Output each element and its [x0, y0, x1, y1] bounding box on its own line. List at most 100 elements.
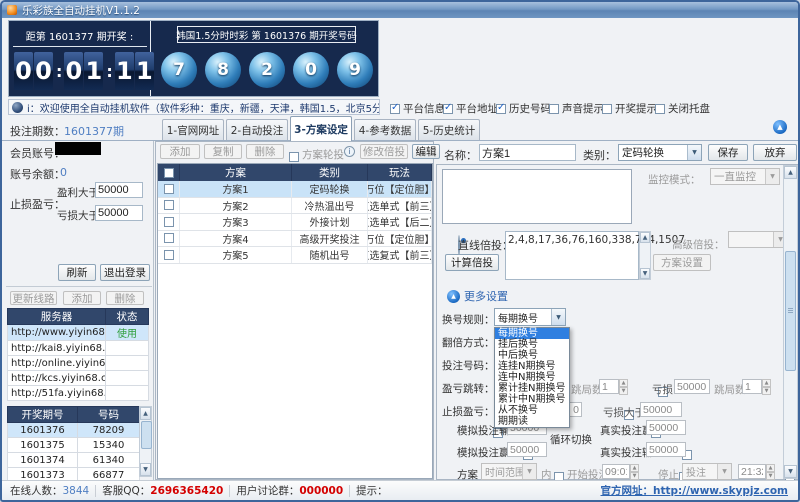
scheme-delete-button[interactable]: 删除	[246, 144, 284, 159]
logout-button[interactable]: 退出登录	[100, 264, 150, 281]
checkbox-icon[interactable]	[602, 104, 612, 114]
select-all-checkbox[interactable]	[164, 168, 174, 178]
row-checkbox[interactable]	[164, 250, 174, 260]
sim-win-input[interactable]	[507, 442, 547, 457]
scroll-down-icon[interactable]: ▼	[140, 463, 151, 476]
scroll-down-icon[interactable]: ▼	[784, 465, 797, 478]
scheme-row[interactable]: 方案2 冷热温出号 直选单式【前三】	[158, 198, 432, 215]
scheme-row[interactable]: 方案1 定码轮换 万位【定位胆】	[158, 181, 432, 198]
monitor-mode-select[interactable]: 一直监控 ▼	[710, 168, 780, 185]
save-button[interactable]: 保存	[708, 144, 748, 161]
dropdown-option[interactable]: 累计挂N期换号	[495, 383, 569, 394]
scrollbar-thumb[interactable]	[785, 251, 796, 371]
spinner-icons[interactable]: ▲▼	[762, 379, 771, 394]
dropdown-option[interactable]: 挂后换号	[495, 339, 569, 350]
draw-table-scrollbar[interactable]: ▲ ▼	[139, 406, 152, 477]
add-server-button[interactable]: 添加	[63, 291, 101, 305]
change-rule-select[interactable]: 每期换号 ▼	[494, 308, 566, 326]
official-site-link[interactable]: 官方网址：http://www.skypjz.com	[601, 483, 789, 498]
server-row[interactable]: http://kai8.yiyin68.com	[8, 341, 149, 356]
dropdown-option[interactable]: 中后换号	[495, 350, 569, 361]
real-win-input[interactable]	[646, 420, 686, 435]
jump-count-input-2[interactable]	[742, 379, 762, 394]
checkbox-checked-icon[interactable]	[390, 104, 400, 114]
time-range-select[interactable]: 时间范围 ▼	[481, 463, 537, 480]
scheme-row[interactable]: 方案5 随机出号 直选复式【前三】	[158, 247, 432, 264]
jump-count-input[interactable]	[599, 379, 619, 394]
draw-row[interactable]: 1601376 78209	[8, 423, 140, 438]
start-time-input[interactable]	[602, 464, 630, 479]
scheme-settings-button[interactable]: 方案设置	[653, 254, 711, 271]
option-platform-info[interactable]: 平台信息	[390, 101, 445, 116]
server-row[interactable]: http://www.yiyin68.com 使用	[8, 325, 149, 341]
tab-auto-bet[interactable]: 2-自动投注	[226, 119, 288, 140]
dropdown-option[interactable]: 连挂N期换号	[495, 361, 569, 372]
title-bar[interactable]: 乐彩族全自动挂机V1.1.2	[2, 2, 798, 18]
update-line-button[interactable]: 更新线路	[10, 291, 57, 305]
delete-server-button[interactable]: 删除	[106, 291, 144, 305]
line-bet-textarea[interactable]: 2,4,8,17,36,76,160,338,714,1507	[505, 231, 639, 280]
loss-amount-input[interactable]	[674, 379, 710, 394]
scrollbar-thumb[interactable]	[141, 421, 152, 449]
scheme-row[interactable]: 方案3 外接计划 直选单式【后二】	[158, 214, 432, 231]
option-draw-alert[interactable]: 开奖提示	[602, 101, 657, 116]
dropdown-option[interactable]: 期期读	[495, 416, 569, 427]
tab-reference-data[interactable]: 4-参考数据	[354, 119, 416, 140]
config-scrollbar[interactable]: ▲ ▼	[783, 165, 798, 479]
tab-scheme-settings[interactable]: 3-方案设定	[290, 116, 352, 141]
stop-action-select[interactable]: 投注 ▼	[682, 463, 732, 480]
more-settings-link[interactable]: ▲ 更多设置	[447, 288, 508, 304]
scroll-up-icon[interactable]: ▲	[640, 232, 650, 243]
scheme-edit-button[interactable]: 编辑	[412, 144, 440, 159]
scheme-rotate-checkbox[interactable]	[289, 152, 299, 162]
discard-button[interactable]: 放弃	[753, 144, 797, 161]
scroll-up-icon[interactable]: ▲	[784, 166, 797, 179]
scheme-copy-button[interactable]: 复制	[204, 144, 242, 159]
scheme-category-select[interactable]: 定码轮换 ▼	[618, 144, 702, 161]
dropdown-option[interactable]: 从不换号	[495, 405, 569, 416]
chevron-down-icon[interactable]: ▼	[687, 145, 701, 160]
row-checkbox[interactable]	[164, 233, 174, 243]
spinner-icons[interactable]: ▲▼	[766, 464, 775, 479]
calc-multiplier-button[interactable]: 计算倍投	[445, 254, 499, 271]
loss-gt-input[interactable]	[640, 402, 682, 417]
scheme-row[interactable]: 方案4 高级开奖投注 万位【定位胆】	[158, 231, 432, 248]
tab-official-sites[interactable]: 1-官网网址	[162, 119, 224, 140]
checkbox-icon[interactable]	[549, 104, 559, 114]
scheme-name-input[interactable]	[479, 144, 576, 161]
spinner-icons[interactable]: ▲▼	[619, 379, 628, 394]
option-platform-address[interactable]: 平台地址	[443, 101, 498, 116]
spinner-icons[interactable]: ▲▼	[630, 464, 639, 479]
advanced-bet-select[interactable]: ▼	[728, 231, 788, 248]
tab-history-stats[interactable]: 5-历史统计	[418, 119, 480, 140]
draw-row[interactable]: 1601374 61340	[8, 453, 140, 468]
scroll-down-icon[interactable]: ▼	[640, 268, 650, 279]
row-checkbox[interactable]	[164, 200, 174, 210]
loss-gt-input[interactable]	[95, 205, 143, 221]
profit-gt-input[interactable]	[95, 182, 143, 198]
collapse-panel-icon[interactable]: ▲	[773, 120, 787, 134]
change-rule-dropdown[interactable]: 每期换号 挂后换号 中后换号 连挂N期换号 连中N期换号 累计挂N期换号 累计中…	[494, 327, 570, 428]
server-row[interactable]: http://kcs.yiyin68.com	[8, 371, 149, 386]
info-circle-icon[interactable]: i	[344, 146, 355, 157]
option-close-tray[interactable]: 关闭托盘	[655, 101, 710, 116]
dropdown-option[interactable]: 每期换号	[495, 328, 569, 339]
option-history-numbers[interactable]: 历史号码	[496, 101, 551, 116]
checkbox-checked-icon[interactable]	[443, 104, 453, 114]
row-checkbox[interactable]	[164, 184, 174, 194]
row-checkbox[interactable]	[164, 217, 174, 227]
dropdown-option[interactable]: 连中N期换号	[495, 372, 569, 383]
stop-time-input[interactable]	[738, 464, 766, 479]
checkbox-icon[interactable]	[655, 104, 665, 114]
server-row[interactable]: http://online.yiyin68.com	[8, 356, 149, 371]
draw-row[interactable]: 1601375 15340	[8, 438, 140, 453]
option-sound-alert[interactable]: 声音提示	[549, 101, 604, 116]
modify-multiplier-button[interactable]: 修改倍投	[360, 144, 408, 159]
scheme-add-button[interactable]: 添加	[160, 144, 200, 159]
checkbox-checked-icon[interactable]	[496, 104, 506, 114]
textarea-scrollbar[interactable]: ▲ ▼	[639, 231, 651, 280]
server-row[interactable]: http://51fa.yiyin68.com	[8, 386, 149, 401]
scroll-up-icon[interactable]: ▲	[140, 407, 151, 420]
refresh-button[interactable]: 刷新	[58, 264, 96, 281]
dropdown-option[interactable]: 累计中N期换号	[495, 394, 569, 405]
